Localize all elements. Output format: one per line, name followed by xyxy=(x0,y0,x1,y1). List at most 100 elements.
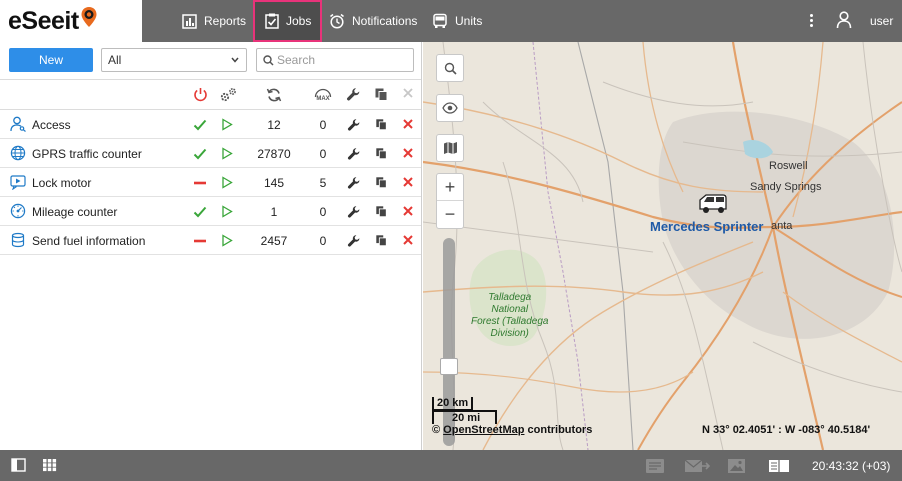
job-name: Access xyxy=(32,118,71,132)
copy-icon[interactable] xyxy=(375,118,388,131)
job-max: 0 xyxy=(319,147,327,161)
user-key-icon xyxy=(10,116,26,132)
wrench-icon[interactable] xyxy=(347,205,361,219)
eye-icon xyxy=(442,102,458,114)
delete-icon[interactable] xyxy=(402,234,414,246)
park-label-line: Talladega xyxy=(488,292,532,303)
nav-notifications-label: Notifications xyxy=(352,14,418,28)
job-row-gprs[interactable]: GPRS traffic counter 27870 0 xyxy=(0,139,421,168)
delete-icon[interactable] xyxy=(402,147,414,159)
panel-layout-icon[interactable] xyxy=(11,458,26,472)
user-name[interactable]: user xyxy=(870,14,893,28)
log-book-icon[interactable] xyxy=(768,458,790,474)
jobs-clipboard-icon xyxy=(265,13,279,29)
settings-gears-icon[interactable] xyxy=(219,87,238,103)
job-count: 12 xyxy=(267,118,281,132)
video-icon xyxy=(10,175,26,190)
jobs-panel: New All Search MAX Access 12 0 GPRS traf… xyxy=(0,42,422,450)
send-mail-icon[interactable] xyxy=(684,458,710,474)
map-search-button[interactable] xyxy=(436,54,464,82)
copy-icon[interactable] xyxy=(375,147,388,160)
job-max: 0 xyxy=(319,118,327,132)
search-box[interactable] xyxy=(256,48,414,72)
run-play-icon[interactable] xyxy=(221,205,233,218)
enabled-check-icon[interactable] xyxy=(193,206,207,218)
map-attribution: © OpenStreetMap contributors xyxy=(432,424,592,436)
wrench-icon[interactable] xyxy=(347,147,361,161)
bus-icon xyxy=(433,13,447,28)
nav-notifications[interactable]: Notifications xyxy=(329,0,417,42)
copy-icon[interactable] xyxy=(375,176,388,189)
copy-icon[interactable] xyxy=(374,87,389,102)
wrench-icon[interactable] xyxy=(346,87,361,102)
search-input[interactable] xyxy=(277,51,409,69)
bottom-status-bar: 20:43:32 (+03) xyxy=(0,450,902,481)
search-icon xyxy=(263,55,274,66)
database-icon xyxy=(11,232,25,248)
park-label-line: Division) xyxy=(490,328,529,339)
map-visibility-button[interactable] xyxy=(436,94,464,122)
osm-link[interactable]: OpenStreetMap xyxy=(443,424,524,436)
new-job-button[interactable]: New xyxy=(9,48,93,72)
nav-units-label: Units xyxy=(455,14,483,28)
attribution-prefix: © xyxy=(432,424,441,436)
run-play-icon[interactable] xyxy=(221,118,233,131)
job-row-access[interactable]: Access 12 0 xyxy=(0,110,421,139)
job-max: 0 xyxy=(319,234,327,248)
delete-icon[interactable] xyxy=(402,176,414,188)
odometer-icon xyxy=(10,203,26,219)
user-icon[interactable] xyxy=(836,11,852,29)
delete-icon[interactable] xyxy=(402,118,414,130)
job-count: 27870 xyxy=(257,147,291,161)
zoom-out-button[interactable]: − xyxy=(437,201,463,228)
copy-icon[interactable] xyxy=(375,234,388,247)
job-max: 0 xyxy=(319,205,327,219)
wrench-icon[interactable] xyxy=(347,234,361,248)
map-layers-button[interactable] xyxy=(436,134,464,162)
unit-label[interactable]: Mercedes Sprinter xyxy=(650,219,763,234)
nav-jobs[interactable]: Jobs xyxy=(253,0,322,42)
chevron-down-icon xyxy=(231,57,239,63)
job-name: Mileage counter xyxy=(32,205,118,219)
wrench-icon[interactable] xyxy=(347,118,361,132)
enabled-check-icon[interactable] xyxy=(193,148,207,160)
copy-icon[interactable] xyxy=(375,205,388,218)
delete-icon[interactable] xyxy=(402,205,414,217)
park-label: Talladega National Forest (Talladega Div… xyxy=(471,292,548,340)
filter-select[interactable]: All xyxy=(101,48,247,72)
map-view[interactable]: + − Roswell Sandy Springs anta Talladega… xyxy=(423,42,902,450)
enabled-check-icon[interactable] xyxy=(193,119,207,131)
run-play-icon[interactable] xyxy=(221,234,233,247)
more-menu-icon[interactable] xyxy=(806,13,816,29)
messages-icon[interactable] xyxy=(645,458,665,474)
power-icon[interactable] xyxy=(193,87,208,102)
jobs-toolbar: New All xyxy=(0,42,421,80)
logo[interactable]: eSeeit xyxy=(0,0,142,42)
nav-jobs-label: Jobs xyxy=(286,14,312,28)
wrench-icon[interactable] xyxy=(347,176,361,190)
run-play-icon[interactable] xyxy=(221,176,233,189)
nav-reports[interactable]: Reports xyxy=(182,0,246,42)
zoom-slider-handle[interactable] xyxy=(440,358,458,375)
job-count: 1 xyxy=(270,205,278,219)
van-marker-icon[interactable] xyxy=(697,192,729,216)
svg-text:MAX: MAX xyxy=(316,96,329,102)
job-row-lock-motor[interactable]: Lock motor 145 5 xyxy=(0,168,421,197)
zoom-in-button[interactable]: + xyxy=(437,174,463,201)
job-name: GPRS traffic counter xyxy=(32,147,142,161)
delete-all-icon[interactable] xyxy=(402,87,414,99)
job-row-send-fuel[interactable]: Send fuel information 2457 0 xyxy=(0,226,421,255)
grid-apps-icon[interactable] xyxy=(42,458,57,472)
unit-name: Mercedes Sprinter xyxy=(650,219,764,234)
disabled-dash-icon[interactable] xyxy=(193,177,207,189)
map-tiles xyxy=(423,42,902,450)
nav-units[interactable]: Units xyxy=(432,0,482,42)
run-play-icon[interactable] xyxy=(221,147,233,160)
job-row-mileage[interactable]: Mileage counter 1 0 xyxy=(0,197,421,226)
top-navigation-bar: eSeeit Reports Jobs Notifications Units … xyxy=(0,0,902,42)
refresh-icon[interactable] xyxy=(266,87,282,103)
max-gauge-icon[interactable]: MAX xyxy=(313,87,333,104)
app-root: eSeeit Reports Jobs Notifications Units … xyxy=(0,0,902,481)
image-icon[interactable] xyxy=(727,458,746,474)
disabled-dash-icon[interactable] xyxy=(193,235,207,247)
